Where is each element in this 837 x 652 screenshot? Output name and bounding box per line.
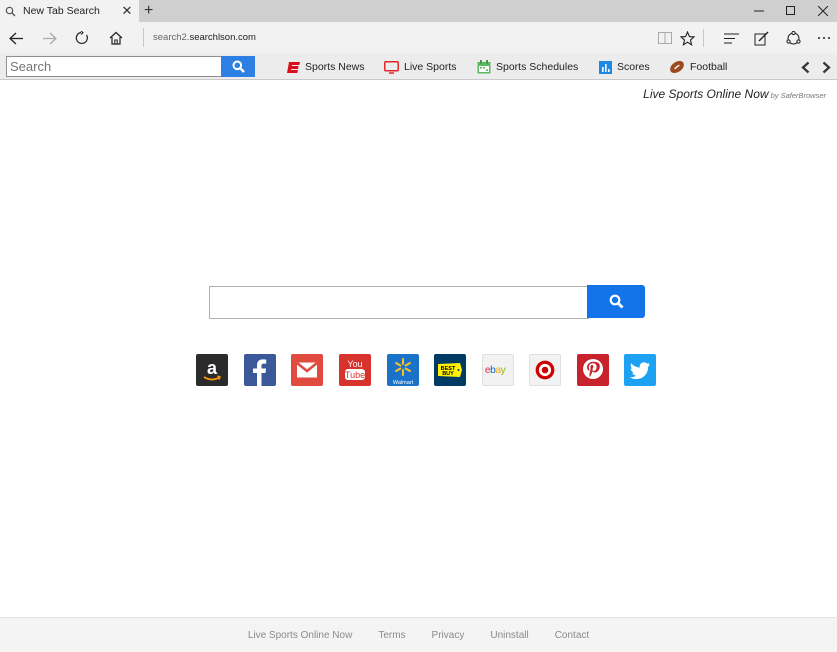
svg-text:BUY: BUY xyxy=(442,371,454,377)
bestbuy-icon[interactable]: BEST BUY xyxy=(434,354,466,386)
gmail-icon[interactable] xyxy=(291,354,323,386)
chevron-left-icon[interactable] xyxy=(798,59,812,75)
forward-icon[interactable] xyxy=(38,27,60,49)
walmart-icon[interactable]: Walmart xyxy=(387,354,419,386)
share-icon[interactable] xyxy=(782,27,804,49)
search-icon xyxy=(5,6,23,17)
toolbar-link-label: Sports Schedules xyxy=(496,61,579,73)
hub-icon[interactable] xyxy=(720,27,742,49)
toolbar-link-label: Live Sports xyxy=(404,61,457,73)
url-field[interactable]: search2. searchlson.com xyxy=(143,28,256,47)
footer-link-contact[interactable]: Contact xyxy=(555,630,589,641)
address-bar: search2. searchlson.com xyxy=(0,22,837,53)
search-icon xyxy=(609,294,624,309)
maximize-icon[interactable] xyxy=(775,0,807,22)
tab-bar: New Tab Search ✕ + xyxy=(0,0,837,22)
footer-link-privacy[interactable]: Privacy xyxy=(432,630,465,641)
new-tab-button[interactable]: + xyxy=(144,2,158,20)
target-icon[interactable] xyxy=(529,354,561,386)
toolbar-link-sports-schedules[interactable]: Sports Schedules xyxy=(477,58,578,76)
home-icon[interactable] xyxy=(105,27,127,49)
extension-toolbar: Sports News Live Sports Sports Schedules… xyxy=(0,53,837,80)
toolbar-link-live-sports[interactable]: Live Sports xyxy=(384,58,457,76)
toolbar-link-sports-news[interactable]: Sports News xyxy=(287,58,365,76)
favorite-star-icon[interactable] xyxy=(676,27,698,49)
brand-name: Live Sports Online Now xyxy=(643,87,769,101)
bar-chart-icon xyxy=(599,60,612,74)
pinterest-icon[interactable] xyxy=(577,354,609,386)
toolbar-link-label: Sports News xyxy=(305,61,365,73)
brand-tagline: Live Sports Online Now by SaferBrowser xyxy=(643,87,826,101)
brand-by: by SaferBrowser xyxy=(770,91,826,100)
ebay-icon[interactable]: ebay xyxy=(482,354,514,386)
url-host: searchlson.com xyxy=(189,32,256,43)
toolbar-link-label: Scores xyxy=(617,61,650,73)
search-icon xyxy=(232,60,245,73)
toolbar-search-button[interactable] xyxy=(221,56,255,77)
footer-link-terms[interactable]: Terms xyxy=(378,630,405,641)
main-search-button[interactable] xyxy=(587,285,645,318)
reading-view-icon[interactable] xyxy=(654,27,676,49)
svg-text:a: a xyxy=(207,358,218,378)
web-note-icon[interactable] xyxy=(750,27,772,49)
espn-icon xyxy=(287,61,300,74)
twitter-icon[interactable] xyxy=(624,354,656,386)
close-window-icon[interactable] xyxy=(807,0,837,22)
toolbar-link-football[interactable]: Football xyxy=(669,58,727,76)
address-divider xyxy=(703,29,704,47)
tv-icon xyxy=(384,60,399,74)
calendar-icon xyxy=(477,60,491,74)
svg-text:Tube: Tube xyxy=(345,370,365,380)
toolbar-link-scores[interactable]: Scores xyxy=(599,58,650,76)
youtube-icon[interactable]: You Tube xyxy=(339,354,371,386)
footer: Live Sports Online Now Terms Privacy Uni… xyxy=(0,617,837,652)
amazon-icon[interactable]: a xyxy=(196,354,228,386)
toolbar-search-input[interactable] xyxy=(6,56,222,77)
svg-text:ebay: ebay xyxy=(485,365,507,376)
toolbar-link-label: Football xyxy=(690,61,728,73)
back-icon[interactable] xyxy=(5,27,27,49)
footer-link-uninstall[interactable]: Uninstall xyxy=(490,630,528,641)
main-search-input[interactable] xyxy=(209,286,589,319)
minimize-icon[interactable] xyxy=(743,0,775,22)
facebook-icon[interactable] xyxy=(244,354,276,386)
tab-new-tab-search[interactable]: New Tab Search ✕ xyxy=(0,0,139,22)
svg-text:You: You xyxy=(347,359,362,369)
tab-title: New Tab Search xyxy=(23,5,100,17)
more-icon[interactable] xyxy=(813,27,835,49)
walmart-label: Walmart xyxy=(393,380,414,386)
url-prefix: search2. xyxy=(153,32,190,43)
football-icon xyxy=(669,60,685,74)
close-tab-icon[interactable]: ✕ xyxy=(119,3,135,19)
chevron-right-icon[interactable] xyxy=(819,59,833,75)
refresh-icon[interactable] xyxy=(71,27,93,49)
footer-link-live-sports-online-now[interactable]: Live Sports Online Now xyxy=(248,630,353,641)
